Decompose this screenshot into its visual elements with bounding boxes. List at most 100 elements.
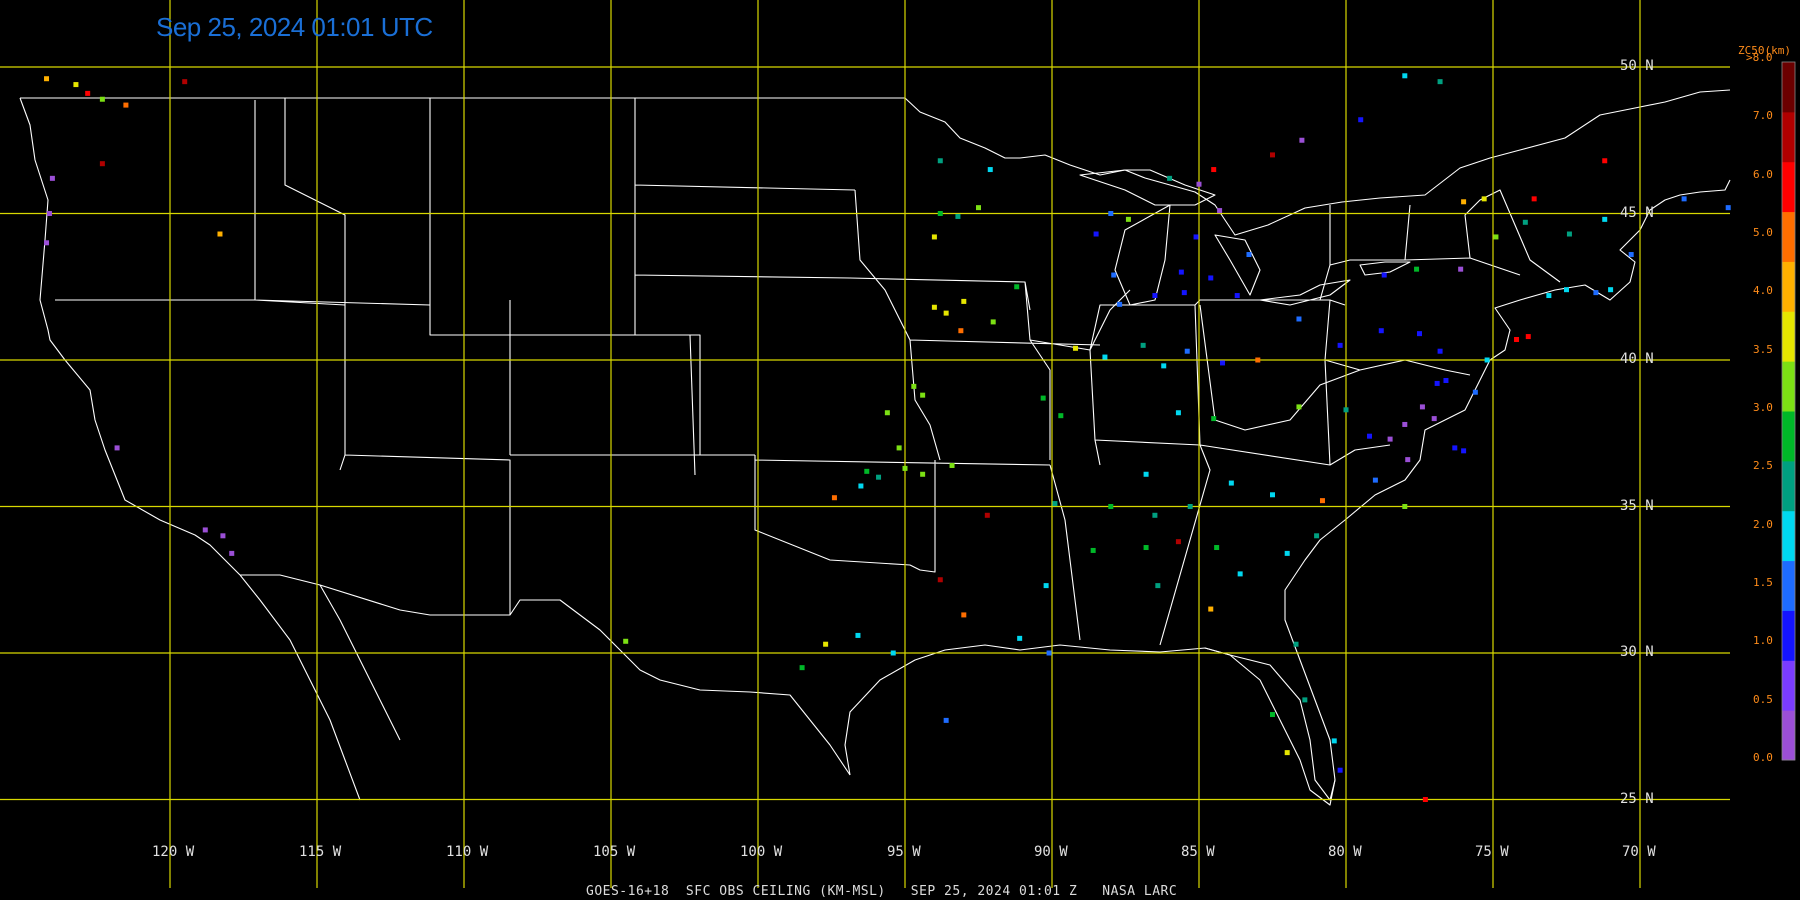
observation-marker: [1381, 272, 1387, 278]
observation-marker: [1217, 208, 1223, 214]
observation-marker: [1284, 550, 1290, 556]
observation-marker: [1125, 216, 1131, 222]
longitude-label: 70 W: [1622, 844, 1656, 860]
observation-marker: [1372, 477, 1378, 483]
legend-swatch: [1782, 361, 1795, 412]
observation-marker: [1220, 360, 1226, 366]
observation-marker: [864, 468, 870, 474]
observation-marker: [1108, 211, 1114, 216]
legend-tick-label: 2.5: [1753, 459, 1773, 473]
observation-marker: [623, 638, 629, 644]
legend-swatch: [1782, 261, 1795, 312]
observation-marker: [890, 650, 896, 656]
observation-marker: [1270, 492, 1275, 498]
legend-swatch: [1782, 560, 1795, 611]
observation-marker: [1052, 501, 1058, 507]
legend-tick-label: 2.0: [1753, 517, 1773, 531]
latitude-label: 35 N: [1620, 497, 1654, 514]
observation-marker: [1228, 480, 1234, 486]
observation-marker: [1017, 635, 1023, 641]
observation-marker: [937, 211, 943, 216]
observation-marker: [1140, 342, 1146, 348]
observation-marker: [1111, 272, 1117, 278]
observation-marker: [876, 474, 882, 480]
observation-marker: [1337, 342, 1343, 348]
ceiling-map: [0, 0, 1800, 900]
longitude-label: 80 W: [1328, 844, 1362, 860]
observation-marker: [202, 527, 208, 533]
observation-marker: [1546, 293, 1552, 299]
observation-marker: [1143, 471, 1149, 477]
observation-marker: [1458, 266, 1464, 272]
legend-color-bar: [1781, 61, 1796, 761]
observation-marker: [937, 577, 943, 583]
observation-marker: [229, 550, 235, 556]
observation-marker: [1514, 336, 1520, 342]
observation-marker: [1234, 293, 1240, 299]
observation-marker: [931, 304, 937, 310]
observation-marker: [1296, 404, 1302, 410]
observation-marker: [1405, 457, 1411, 463]
legend-swatch: [1782, 660, 1795, 711]
observation-marker: [902, 465, 908, 471]
observation-marker: [1602, 158, 1608, 164]
observation-marker: [217, 231, 223, 237]
observation-marker: [1319, 498, 1325, 504]
observation-marker: [1143, 545, 1149, 551]
legend-tick-label: 5.0: [1753, 226, 1773, 239]
legend-tick-label: 1.5: [1753, 576, 1773, 589]
observation-marker: [44, 76, 50, 82]
observation-marker: [1431, 416, 1437, 422]
observation-marker: [1378, 328, 1384, 334]
observation-marker: [937, 158, 943, 164]
observation-marker: [1681, 196, 1687, 202]
observation-marker: [1161, 363, 1167, 369]
legend-swatch: [1782, 62, 1795, 113]
observation-marker: [1402, 504, 1408, 509]
observation-marker: [1314, 533, 1320, 539]
longitude-label: 75 W: [1475, 844, 1509, 860]
observation-marker: [1434, 380, 1440, 386]
legend-tick-label: 6.0: [1753, 167, 1773, 181]
observation-marker: [1628, 252, 1634, 258]
observation-marker: [961, 612, 967, 618]
observation-marker: [1522, 219, 1528, 225]
legend-swatch: [1782, 311, 1795, 362]
observation-marker: [1208, 275, 1214, 281]
latitude-label: 40 N: [1620, 351, 1654, 367]
observation-marker: [1387, 436, 1393, 442]
observation-marker: [1417, 331, 1422, 337]
observation-marker: [1058, 413, 1064, 419]
observation-marker: [1422, 797, 1428, 802]
legend-swatch: [1782, 610, 1795, 661]
observation-marker: [943, 717, 949, 723]
observation-marker: [1184, 348, 1190, 354]
legend-tick-label: 0.0: [1753, 751, 1773, 764]
observation-marker: [1602, 216, 1608, 222]
observation-marker: [990, 319, 996, 325]
legend-tick-label: 0.5: [1753, 692, 1773, 706]
legend-swatch: [1782, 111, 1795, 163]
observation-marker: [884, 410, 890, 416]
observation-marker: [1046, 650, 1052, 656]
observation-marker: [920, 392, 926, 398]
observation-marker: [1452, 445, 1458, 451]
observation-marker: [99, 161, 105, 167]
observation-marker: [220, 533, 226, 539]
observation-marker: [958, 328, 964, 334]
observation-marker: [1090, 547, 1096, 553]
observation-marker: [1152, 512, 1158, 518]
legend-swatch: [1782, 411, 1795, 462]
observation-marker: [1358, 117, 1364, 123]
legend-tick-label: 7.0: [1753, 109, 1773, 123]
observation-marker: [1461, 199, 1467, 205]
observation-marker: [1014, 284, 1020, 290]
observation-marker: [1531, 196, 1537, 202]
observation-marker: [984, 512, 990, 518]
longitude-label: 90 W: [1034, 844, 1068, 860]
observation-marker: [1472, 389, 1478, 395]
legend-swatch: [1782, 510, 1795, 562]
observation-marker: [1484, 357, 1490, 363]
observation-marker: [1725, 205, 1731, 211]
observation-marker: [1102, 354, 1108, 360]
